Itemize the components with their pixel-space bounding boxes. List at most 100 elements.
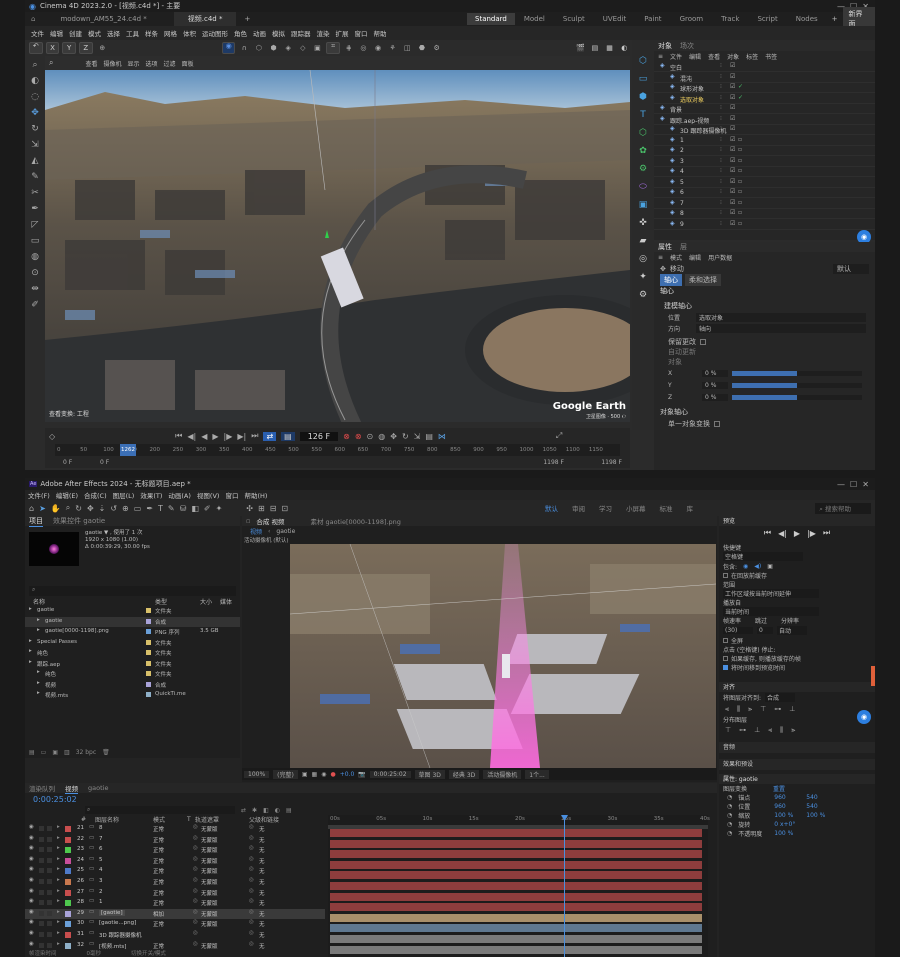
layout-nodes[interactable]: Nodes [787, 13, 827, 25]
edit-render-settings-icon[interactable]: ▦ [604, 44, 616, 52]
layer-parent[interactable]: 无 [259, 942, 265, 950]
audio-panel-title[interactable]: 音频 [719, 742, 875, 753]
timeline-ruler[interactable]: 0501001502002503003504004505005506006507… [55, 444, 620, 456]
edges-mode-icon[interactable]: ⬢ [268, 44, 280, 52]
position-key-icon[interactable]: ✥ [390, 432, 397, 441]
layer-row[interactable]: ◉ ▸ 25 ▭ 4 正常 ◎ 无蒙版 ◎ 无 [25, 866, 325, 876]
ae-window-controls[interactable]: — ☐ ✕ [837, 480, 869, 489]
scroll-indicator[interactable] [871, 666, 875, 686]
project-item-row[interactable]: ▸ gaotie[0000-1198].png PNG 序列 3.5 GB [25, 627, 240, 637]
ae-assistant-icon[interactable]: ◉ [857, 710, 871, 724]
current-frame-field[interactable]: 126 F [299, 431, 339, 441]
xyz-slider[interactable] [732, 370, 862, 376]
camera-icon[interactable]: ▣ [639, 200, 648, 210]
time-indicator[interactable] [564, 815, 565, 957]
keep-changes-checkbox[interactable] [700, 339, 706, 345]
layer-mode[interactable]: 正常 [153, 878, 164, 886]
layer-row[interactable]: ◉ ▸ 22 ▭ 7 正常 ◎ 无蒙版 ◎ 无 [25, 835, 325, 845]
deformer-icon[interactable]: ⚙ [639, 164, 647, 174]
track-matte-icon[interactable]: ◎ [193, 824, 198, 830]
layer-expand-icon[interactable]: ▸ [57, 866, 60, 872]
draft-3d-toggle[interactable]: 草图 3D [414, 769, 445, 779]
layer-row[interactable]: ◉ ▸ 23 ▭ 6 正常 ◎ 无蒙版 ◎ 无 [25, 845, 325, 855]
ae-anchor-icon[interactable]: ⊕ [122, 504, 129, 513]
timeline-timecode[interactable]: 0:00:25:02 [33, 795, 77, 804]
preview-back-icon[interactable]: ◀| [778, 529, 787, 538]
timeline-search-input[interactable]: ⌕ [85, 806, 235, 814]
tab-layers[interactable]: 层 [680, 242, 687, 252]
project-item-label-color[interactable] [146, 681, 151, 687]
solo-box[interactable] [39, 889, 44, 895]
interpret-footage-icon[interactable]: ▤ [29, 749, 35, 756]
mirror-icon[interactable]: ⇹ [31, 284, 39, 294]
object-row[interactable]: ◈ 3 ⁝ ☑ ▫ [654, 157, 875, 167]
ae-pan-icon[interactable]: ✥ [87, 504, 94, 513]
layer-parent[interactable]: 无 [259, 899, 265, 907]
layer-label-color[interactable] [65, 857, 71, 864]
viewport-menu-item[interactable]: 摄像机 [104, 59, 122, 68]
renderer-select[interactable]: 经典 3D [448, 769, 480, 779]
tag-icon[interactable]: ▫ [738, 209, 742, 216]
transform-value-2[interactable]: 540 [806, 794, 832, 801]
layer-expand-icon[interactable]: ▸ [57, 835, 60, 841]
tab-objects[interactable]: 对象 [658, 41, 672, 51]
layer-track-matte[interactable]: 无蒙版 [201, 846, 218, 854]
layer-expand-icon[interactable]: ▸ [57, 930, 60, 936]
obj-menu-item[interactable]: 书签 [765, 52, 777, 61]
region-of-interest-icon[interactable]: ▣ [302, 771, 308, 778]
layer-mode[interactable]: 相加 [153, 910, 164, 918]
layer-track-matte[interactable]: 无蒙版 [201, 867, 218, 875]
eye-icon[interactable]: ◉ [29, 835, 34, 841]
parent-pickwhip-icon[interactable]: ◎ [249, 888, 254, 894]
layout-script[interactable]: Script [748, 13, 786, 25]
c4d-menu-item[interactable]: 扩展 [336, 28, 349, 38]
visibility-dots[interactable]: ⁝ [720, 178, 722, 185]
comp-timecode[interactable]: 0:00:25:02 [369, 770, 411, 778]
project-item-label-color[interactable] [146, 629, 151, 634]
axis-z-button[interactable]: Z [78, 42, 93, 54]
layer-expand-icon[interactable]: ▸ [57, 888, 60, 894]
cache-checkbox[interactable] [723, 573, 728, 578]
move-icon[interactable]: ✥ [31, 108, 39, 118]
floor-icon[interactable]: ▰ [640, 236, 647, 246]
ae-rotate-icon[interactable]: ↺ [110, 504, 117, 513]
workspace-tab[interactable]: 默认 [545, 503, 558, 513]
layer-name[interactable]: [gaotie] [99, 909, 125, 916]
enabled-check-icon[interactable]: ✓ [738, 94, 743, 101]
layer-parent[interactable]: 无 [259, 878, 265, 886]
c4d-menu-item[interactable]: 工具 [126, 28, 139, 38]
eye-icon[interactable]: ◉ [29, 877, 34, 883]
comp-viewer[interactable] [290, 544, 716, 768]
object-row[interactable]: ◈ 球形对象 ⁝ ☑ ✓ [654, 83, 875, 93]
undo-icon[interactable]: ↶ [29, 42, 43, 54]
layer-row[interactable]: ◉ ▸ 26 ▭ 3 正常 ◎ 无蒙版 ◎ 无 [25, 877, 325, 887]
enable-checkbox-icon[interactable]: ☑ [730, 73, 735, 80]
new-comp-icon[interactable]: ▣ [52, 749, 58, 756]
ae-selection-icon[interactable]: ➤ [39, 504, 46, 513]
loop-icon[interactable]: ◍ [31, 252, 39, 262]
c4d-menu-item[interactable]: 编辑 [50, 28, 63, 38]
rotate-icon[interactable]: ↻ [31, 124, 39, 134]
visibility-dots[interactable]: ⁝ [720, 188, 722, 195]
object-row[interactable]: ◈ 2 ⁝ ☑ ▫ [654, 146, 875, 156]
paint-icon[interactable]: ✐ [31, 300, 39, 310]
align-bottom-icon[interactable]: ⊥ [789, 705, 795, 713]
visibility-dots[interactable]: ⁝ [720, 146, 722, 153]
include-overlay-icon[interactable]: ▣ [767, 563, 773, 570]
polygons-mode-icon[interactable]: ◈ [282, 44, 294, 52]
prev-frame-icon[interactable]: ◀ [201, 432, 207, 441]
parent-pickwhip-icon[interactable]: ◎ [249, 930, 254, 936]
ae-stamp-icon[interactable]: ⛁ [180, 504, 187, 513]
xyz-value-field[interactable]: 0 % [702, 393, 728, 401]
help-search-field[interactable]: ⌕ 搜索帮助 [815, 502, 871, 514]
new-folder-icon[interactable]: ▭ [41, 749, 47, 756]
timing-icon[interactable]: ◍ [378, 432, 385, 441]
track-matte-icon[interactable]: ◎ [193, 856, 198, 862]
eye-icon[interactable]: ◉ [29, 898, 34, 904]
ae-eraser-icon[interactable]: ◧ [191, 504, 199, 513]
modeling-pivot-title[interactable]: 建模轴心 [654, 301, 875, 312]
obj-menu-item[interactable]: 对象 [727, 52, 739, 61]
bit-depth-label[interactable]: 32 bpc [76, 749, 96, 756]
parent-pickwhip-icon[interactable]: ◎ [249, 909, 254, 915]
project-item-label-color[interactable] [146, 650, 151, 655]
